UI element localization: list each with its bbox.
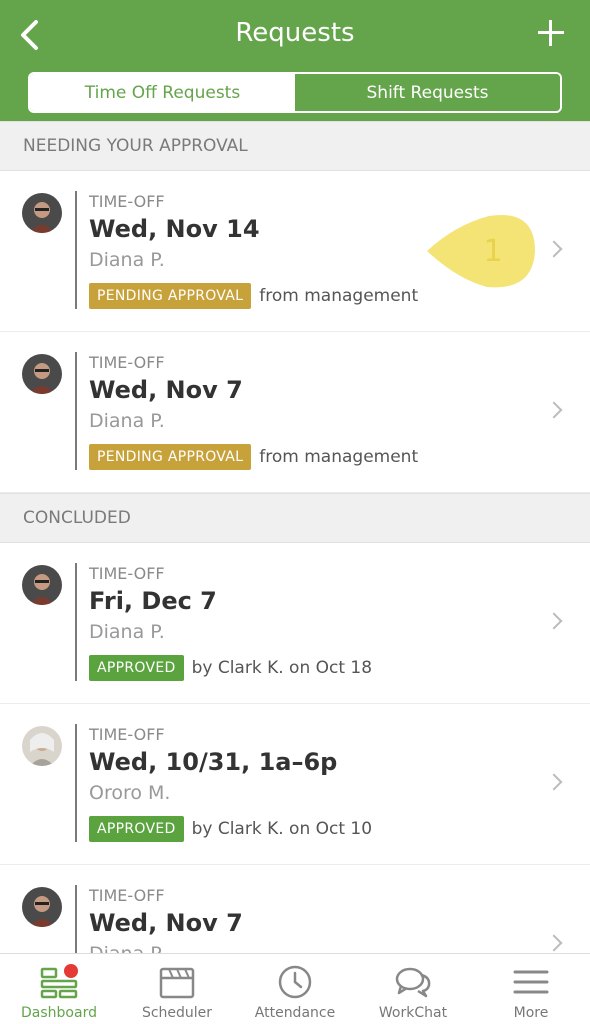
request-type: TIME-OFF <box>89 886 165 905</box>
row-divider <box>75 191 77 309</box>
tab-label: Dashboard <box>21 1005 97 1021</box>
row-divider <box>75 724 77 842</box>
request-type: TIME-OFF <box>89 353 165 372</box>
request-date: Wed, Nov 7 <box>89 909 243 937</box>
request-type-segmented-control: Time Off Requests Shift Requests <box>28 72 562 113</box>
annotation-pin: 1 <box>427 215 535 288</box>
status-note: from management <box>259 286 419 306</box>
row-divider <box>75 563 77 681</box>
bottom-tab-bar: Dashboard Scheduler Attendance WorkChat <box>0 953 590 1024</box>
request-type: TIME-OFF <box>89 192 165 211</box>
avatar <box>22 726 62 766</box>
status-badge: APPROVED <box>89 655 184 681</box>
chevron-right-icon <box>545 773 563 791</box>
request-date: Wed, Nov 7 <box>89 376 243 404</box>
notification-dot <box>64 964 78 978</box>
request-row[interactable]: TIME-OFF Wed, Nov 7 Diana P. PENDING APP… <box>0 332 590 493</box>
request-date: Wed, Nov 14 <box>89 215 260 243</box>
annotation-label: 1 <box>483 234 502 269</box>
clock-icon <box>278 965 312 999</box>
requester-name: Diana P. <box>89 621 165 643</box>
request-row[interactable]: TIME-OFF Fri, Dec 7 Diana P. APPROVED by… <box>0 543 590 704</box>
tab-label: WorkChat <box>378 1005 448 1021</box>
tab-workchat[interactable]: WorkChat <box>354 954 472 1024</box>
requester-name: Ororo M. <box>89 782 171 804</box>
status-note: by Clark K. on Oct 10 <box>191 819 373 839</box>
menu-icon <box>513 970 549 994</box>
avatar <box>22 887 62 927</box>
chevron-right-icon <box>545 401 563 419</box>
avatar <box>22 193 62 233</box>
request-type: TIME-OFF <box>89 564 165 583</box>
chevron-right-icon <box>545 934 563 952</box>
request-type: TIME-OFF <box>89 725 165 744</box>
tab-scheduler[interactable]: Scheduler <box>118 954 236 1024</box>
status-badge: PENDING APPROVAL <box>89 444 252 470</box>
request-row[interactable]: TIME-OFF Wed, 10/31, 1a–6p Ororo M. APPR… <box>0 704 590 865</box>
tab-more[interactable]: More <box>472 954 590 1024</box>
add-request-button[interactable] <box>538 20 564 46</box>
tab-label: Scheduler <box>141 1005 213 1021</box>
status-badge: APPROVED <box>89 816 184 842</box>
section-header-needing-approval: NEEDING YOUR APPROVAL <box>0 121 590 171</box>
chevron-right-icon <box>545 240 563 258</box>
status-badge: PENDING APPROVAL <box>89 283 252 309</box>
chat-icon <box>395 967 431 998</box>
chevron-right-icon <box>545 612 563 630</box>
calendar-icon <box>159 967 195 999</box>
tab-shift-requests[interactable]: Shift Requests <box>295 74 560 111</box>
request-date: Fri, Dec 7 <box>89 587 217 615</box>
tab-time-off-requests[interactable]: Time Off Requests <box>30 74 295 111</box>
page-title: Requests <box>235 18 355 48</box>
request-date: Wed, 10/31, 1a–6p <box>89 748 338 776</box>
requester-name: Diana P. <box>89 249 165 271</box>
section-header-concluded: CONCLUDED <box>0 493 590 543</box>
avatar <box>22 354 62 394</box>
tab-label: Attendance <box>254 1005 336 1021</box>
avatar <box>22 565 62 605</box>
requester-name: Diana P. <box>89 410 165 432</box>
row-divider <box>75 352 77 470</box>
status-note: from management <box>259 447 419 467</box>
tab-label: More <box>513 1005 549 1021</box>
tab-attendance[interactable]: Attendance <box>236 954 354 1024</box>
tab-dashboard[interactable]: Dashboard <box>0 954 118 1024</box>
status-note: by Clark K. on Oct 18 <box>191 658 373 678</box>
header: Requests Time Off Requests Shift Request… <box>0 0 590 121</box>
